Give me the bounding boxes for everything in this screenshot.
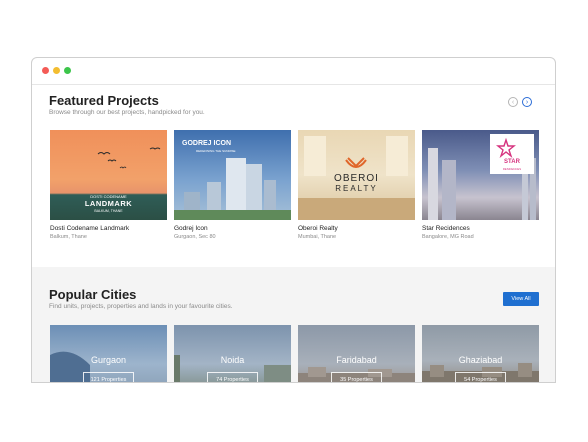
- project-name[interactable]: Dosti Codename Landmark: [50, 225, 167, 232]
- city-properties-count[interactable]: 74 Properties: [207, 372, 258, 382]
- project-location: Gurgaon, Sec 80: [174, 234, 216, 240]
- popular-subtitle: Find units, projects, properties and lan…: [49, 303, 233, 310]
- project-logo-line1: STAR: [504, 159, 520, 165]
- featured-projects-section: Featured Projects Browse through our bes…: [32, 85, 555, 267]
- view-all-button[interactable]: View All: [503, 292, 539, 306]
- chevron-right-icon: ›: [525, 99, 529, 106]
- project-name[interactable]: Oberoi Realty: [298, 225, 415, 232]
- window-titlebar: [32, 58, 555, 85]
- project-logo-line3: BALKUM, THANE: [94, 209, 123, 213]
- city-card-gurgaon[interactable]: Gurgaon 121 Properties: [50, 325, 167, 382]
- city-properties-count[interactable]: 35 Properties: [331, 372, 382, 382]
- project-logo-line2: REALTY: [335, 184, 378, 193]
- project-card-oberoi[interactable]: OBEROI REALTY Oberoi Realty Mumbai, Than…: [298, 130, 415, 240]
- skyline-illustration: [428, 134, 536, 220]
- project-name[interactable]: Godrej Icon: [174, 225, 291, 232]
- browser-window: Featured Projects Browse through our bes…: [31, 57, 556, 383]
- city-name: Ghaziabad: [458, 355, 503, 365]
- city-properties-count[interactable]: 121 Properties: [83, 372, 134, 382]
- city-card-noida[interactable]: Noida 74 Properties: [174, 325, 291, 382]
- city-name: Faridabad: [336, 355, 377, 365]
- carousel-next-button[interactable]: ›: [522, 97, 532, 107]
- project-logo-line2: LANDMARK: [84, 199, 133, 208]
- project-logo-line2: RESIDENCES: [502, 167, 522, 171]
- city-card-ghaziabad[interactable]: Ghaziabad 54 Properties: [422, 325, 539, 382]
- featured-subtitle: Browse through our best projects, handpi…: [49, 109, 205, 116]
- city-card-faridabad[interactable]: Faridabad 35 Properties: [298, 325, 415, 382]
- project-logo-line2: REDEFINING THE SUNRISE: [196, 149, 236, 153]
- city-properties-count[interactable]: 54 Properties: [455, 372, 506, 382]
- city-name: Gurgaon: [90, 355, 127, 365]
- project-image: OBEROI REALTY: [298, 130, 415, 220]
- popular-title: Popular Cities: [49, 287, 137, 302]
- project-image: STAR RESIDENCES: [422, 130, 539, 220]
- project-logo-line1: OBEROI: [334, 173, 379, 184]
- city-name: Noida: [220, 355, 245, 365]
- project-card-dosti[interactable]: DOSTI CODENAME LANDMARK BALKUM, THANE Do…: [50, 130, 167, 240]
- maximize-window-dot[interactable]: [64, 67, 71, 74]
- project-location: Mumbai, Thane: [298, 234, 337, 240]
- project-card-star[interactable]: STAR RESIDENCES Star Recidences Bangalor…: [422, 130, 539, 240]
- project-location: Balkum, Thane: [50, 234, 87, 240]
- project-image: DOSTI CODENAME LANDMARK BALKUM, THANE: [50, 130, 167, 220]
- project-card-godrej[interactable]: GODREJ ICON REDEFINING THE SUNRISE Godre…: [174, 130, 291, 240]
- carousel-prev-button[interactable]: ‹: [508, 97, 518, 107]
- project-logo-line1: GODREJ ICON: [182, 140, 232, 147]
- chevron-left-icon: ‹: [511, 99, 515, 106]
- minimize-window-dot[interactable]: [53, 67, 60, 74]
- popular-cities-section: Popular Cities Find units, projects, pro…: [32, 267, 555, 382]
- featured-title: Featured Projects: [49, 93, 159, 108]
- close-window-dot[interactable]: [42, 67, 49, 74]
- project-location: Bangalore, MG Road: [422, 234, 474, 240]
- project-name[interactable]: Star Recidences: [422, 225, 539, 232]
- project-image: GODREJ ICON REDEFINING THE SUNRISE: [174, 130, 291, 220]
